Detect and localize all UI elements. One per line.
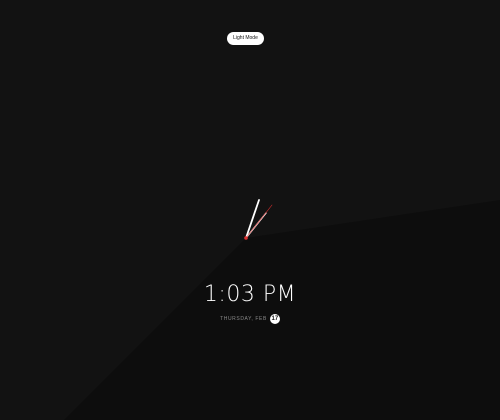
day-badge: 17 [269,314,280,324]
second-hand [245,204,273,239]
analog-clock [244,199,273,240]
hour-hand [245,199,260,239]
date-row: THURSDAY, FEB 17 [0,314,500,324]
clock-app: Light Mode 1:03 PM THURSDAY, FEB 17 [0,0,500,420]
center-pin [244,236,248,240]
digital-time: 1:03 PM [203,282,297,307]
date-label: THURSDAY, FEB [220,316,267,322]
